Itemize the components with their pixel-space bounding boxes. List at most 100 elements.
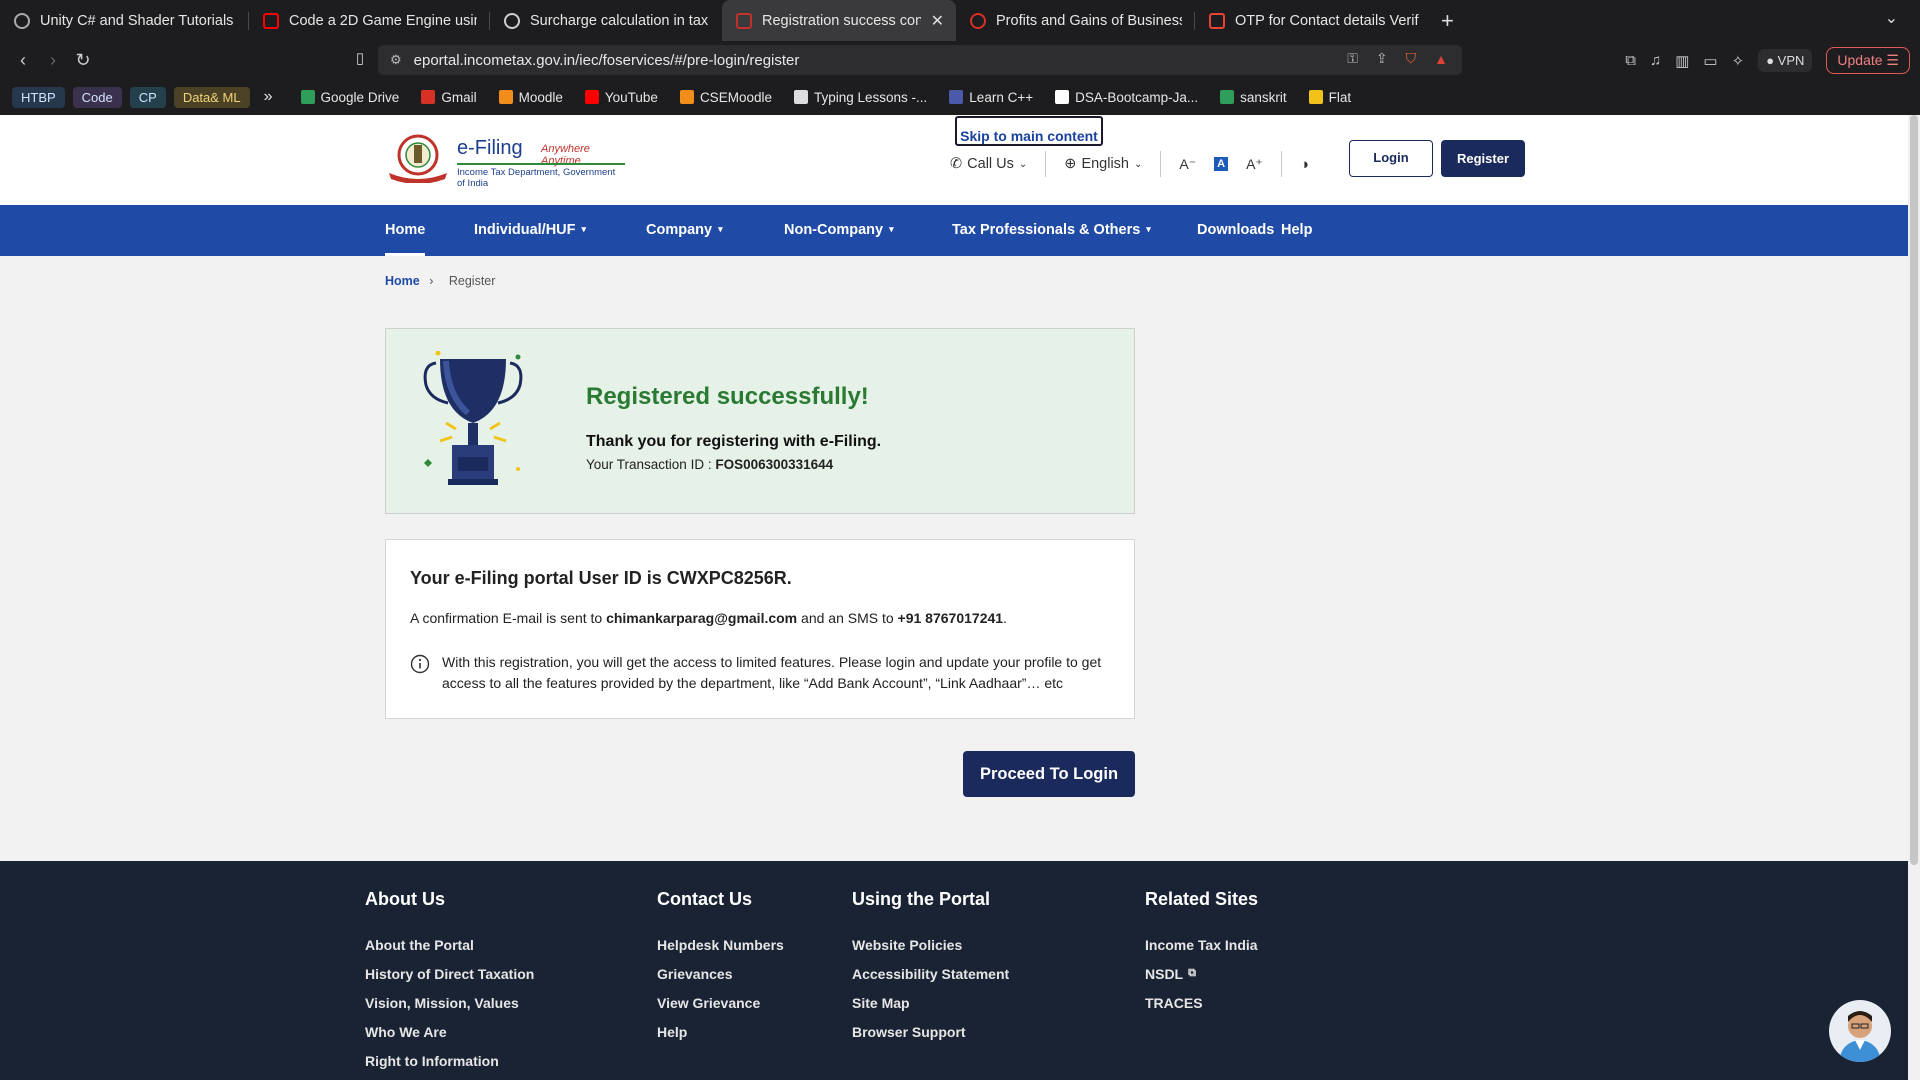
language-dropdown[interactable]: ⊕ English ⌄ [1064,156,1142,172]
tab-list-chevron-icon[interactable]: ⌄ [1885,8,1898,28]
footer-link[interactable]: About the Portal [365,930,543,959]
footer-link[interactable]: Vision, Mission, Values [365,988,543,1017]
bookmark-item[interactable]: Typing Lessons -... [793,90,927,105]
browser-tab[interactable]: OTP for Contact details Verificatio [1195,0,1431,41]
leo-ai-icon[interactable]: ✧ [1732,52,1745,70]
chatbot-avatar-graphic [1839,1011,1881,1062]
update-button[interactable]: Update ☰ [1826,47,1910,74]
wallet-icon[interactable]: ▭ [1703,52,1717,70]
bookmark-favicon-icon [1220,90,1235,104]
rewards-triangle-icon[interactable]: ▲ [1434,51,1448,67]
scrollbar-thumb[interactable] [1910,115,1918,865]
chatbot-avatar-icon[interactable] [1829,1000,1891,1062]
skip-to-main-link[interactable]: Skip to main content [955,116,1103,146]
media-icon[interactable]: ♫ [1650,52,1661,69]
page-scrollbar[interactable] [1908,115,1920,1080]
default-font-icon[interactable]: A [1214,157,1229,171]
bookmarks-overflow-icon[interactable]: » [264,88,273,106]
bookmark-folder[interactable]: HTBP [12,86,65,108]
bookmark-favicon-icon [584,90,599,104]
bookmark-item[interactable]: CSEMoodle [679,90,772,105]
nav-item-non-company[interactable]: Non-Company ▾ [784,205,894,256]
gmail-icon [1209,12,1225,29]
bookmark-item[interactable]: Gmail [421,90,477,105]
nav-item-company[interactable]: Company ▾ [646,205,723,256]
nav-item-label: Non-Company [784,222,884,238]
forward-icon[interactable]: › [38,50,68,71]
bookmark-item[interactable]: DSA-Bootcamp-Ja... [1055,90,1198,105]
nav-item-tax-professionals-others[interactable]: Tax Professionals & Others ▾ [952,205,1151,256]
footer-link[interactable]: Website Policies [852,930,1009,959]
logo-title: e-Filing [457,137,523,159]
footer-link[interactable]: Browser Support [852,1017,1009,1046]
site-settings-icon[interactable]: ⚙ [390,52,402,68]
bookmark-folder[interactable]: CP [129,86,166,108]
password-key-icon[interactable]: ⚿ [1347,50,1358,67]
footer-link[interactable]: Grievances [657,959,784,988]
footer-link[interactable]: Who We Are [365,1017,543,1046]
contrast-icon[interactable]: ◑ [1300,156,1309,173]
bookmark-item[interactable]: YouTube [584,90,658,105]
reload-icon[interactable]: ↻ [68,50,98,71]
nav-item-help[interactable]: Help [1281,205,1312,256]
bookmark-item[interactable]: Flat [1308,90,1351,105]
nav-item-label: Tax Professionals & Others [952,222,1141,238]
limited-access-note: With this registration, you will get the… [442,654,1102,691]
footer-link[interactable]: Income Tax India [1145,930,1258,959]
bookmark-folder[interactable]: Code [72,86,122,108]
extensions-icon[interactable]: ⧉ [1625,52,1636,69]
bookmark-item[interactable]: Moodle [498,90,563,105]
bookmark-label: DSA-Bootcamp-Ja... [1075,89,1199,105]
login-button[interactable]: Login [1349,140,1433,177]
efiling-logo[interactable]: e-Filing Anywhere Anytime Income Tax Dep… [385,133,625,189]
new-tab-button[interactable]: + [1441,8,1454,34]
bookmark-item[interactable]: Learn C++ [949,90,1033,105]
footer-link[interactable]: Right to Information [365,1046,543,1075]
footer-link[interactable]: Accessibility Statement [852,959,1009,988]
footer-link[interactable]: TRACES [1145,988,1258,1017]
back-icon[interactable]: ‹ [8,50,38,71]
browser-tab[interactable]: Surcharge calculation in tax [490,0,722,41]
browser-tab[interactable]: Registration success confirm ✕ [722,0,956,41]
share-icon[interactable]: ⇪ [1376,50,1388,67]
footer-link[interactable]: View Grievance [657,988,784,1017]
vpn-button[interactable]: ● VPN [1758,49,1813,72]
footer-link-label: Grievances [657,965,733,982]
decrease-font-icon[interactable]: A⁻ [1179,156,1196,173]
browser-tab[interactable]: Code a 2D Game Engine using Ja [249,0,489,41]
spiral-icon [14,12,30,29]
bookmark-item[interactable]: sanskrit [1220,90,1287,105]
nav-item-home[interactable]: Home [385,205,426,256]
nav-item-individual-huf[interactable]: Individual/HUF ▾ [474,205,586,256]
browser-tab[interactable]: Profits and Gains of Business or P [956,0,1194,41]
footer-heading: About Us [365,889,445,909]
footer-link[interactable]: NSDL ⧉ [1145,959,1258,988]
footer-link[interactable]: Organizations & Functions [365,1075,543,1080]
call-us-dropdown[interactable]: ✆ Call Us ⌄ [950,156,1027,172]
bookmark-favicon-icon [1308,90,1323,104]
nav-item-downloads[interactable]: Downloads [1197,205,1274,256]
proceed-to-login-button[interactable]: Proceed To Login [963,751,1135,797]
breadcrumb-home-link[interactable]: Home [385,274,420,288]
bookmark-icon[interactable]: ▯ [345,49,375,67]
transaction-id-label: Your Transaction ID : [586,457,716,472]
sidebar-icon[interactable]: ▥ [1675,52,1689,70]
address-bar[interactable]: ⚙ eportal.incometax.gov.in/iec/foservice… [378,45,1462,75]
close-tab-icon[interactable]: ✕ [931,11,944,31]
footer-link[interactable]: Helpdesk Numbers [657,930,784,959]
footer-link[interactable]: Help [657,1017,784,1046]
browser-tab[interactable]: Unity C# and Shader Tutorials [0,0,248,41]
footer-link[interactable]: Site Map [852,988,1009,1017]
increase-font-icon[interactable]: A⁺ [1246,156,1263,173]
bookmark-favicon-icon [679,90,694,104]
bookmark-folder[interactable]: Data& ML [173,86,250,108]
footer-link[interactable]: History of Direct Taxation [365,959,543,988]
bookmark-item[interactable]: Google Drive [300,89,400,105]
register-button[interactable]: Register [1441,140,1525,177]
divider [1045,151,1047,177]
brave-shield-icon[interactable]: ⛉ [1406,50,1417,67]
call-us-label: Call Us [967,156,1014,172]
footer-link-label: View Grievance [657,994,761,1011]
bookmark-label: Google Drive [320,89,400,105]
openai-icon [504,12,520,29]
